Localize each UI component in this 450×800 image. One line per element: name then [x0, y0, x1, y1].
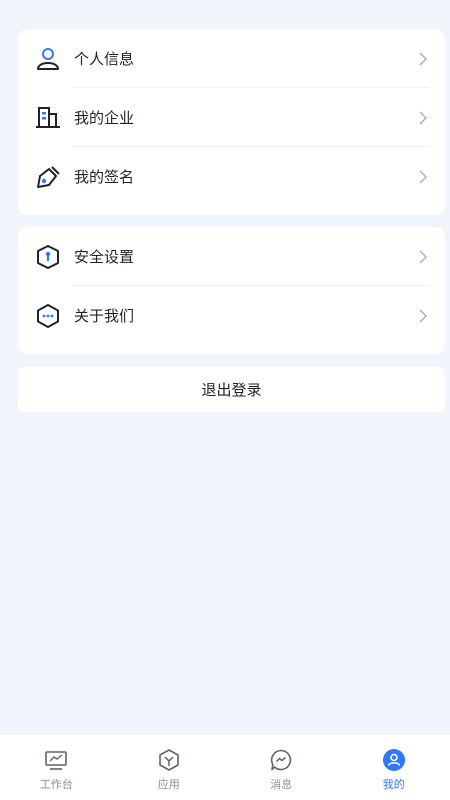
chevron-right-icon	[417, 249, 429, 265]
menu-item-label: 关于我们	[74, 307, 135, 325]
tab-label: 我的	[382, 778, 405, 791]
profile-page: 个人信息 我的企业 我的签名 安全设置 关于我们 退出登录 工作台 应用 消息 …	[0, 0, 450, 800]
menu-item-label: 我的企业	[74, 109, 135, 127]
tab-label: 工作台	[39, 778, 73, 791]
profile-icon	[382, 748, 406, 772]
logout-button[interactable]: 退出登录	[18, 367, 445, 412]
menu-card-settings: 安全设置 关于我们	[18, 227, 445, 354]
tab-label: 应用	[157, 778, 180, 791]
message-icon	[269, 748, 293, 772]
menu-item-about-us[interactable]: 关于我们	[18, 286, 445, 345]
tab-label: 消息	[270, 778, 293, 791]
chevron-right-icon	[417, 308, 429, 324]
user-icon	[35, 46, 61, 72]
chevron-right-icon	[417, 51, 429, 67]
chevron-right-icon	[417, 110, 429, 126]
tab-profile[interactable]: 我的	[338, 734, 450, 800]
signature-pen-icon	[35, 164, 61, 190]
tab-workbench[interactable]: 工作台	[0, 734, 113, 800]
menu-item-personal-info[interactable]: 个人信息	[18, 29, 445, 88]
bottom-tab-bar: 工作台 应用 消息 我的	[0, 733, 450, 800]
tab-messages[interactable]: 消息	[225, 734, 338, 800]
building-icon	[35, 105, 61, 131]
menu-card-account: 个人信息 我的企业 我的签名	[18, 29, 445, 215]
info-hexagon-icon	[35, 303, 61, 329]
menu-item-label: 我的签名	[74, 168, 135, 186]
tab-apps[interactable]: 应用	[113, 734, 226, 800]
workbench-icon	[44, 748, 68, 772]
menu-item-my-company[interactable]: 我的企业	[18, 88, 445, 147]
menu-item-label: 个人信息	[74, 50, 135, 68]
apps-icon	[157, 748, 181, 772]
shield-key-icon	[35, 244, 61, 270]
chevron-right-icon	[417, 169, 429, 185]
menu-item-security-settings[interactable]: 安全设置	[18, 227, 445, 286]
menu-item-label: 安全设置	[74, 248, 135, 266]
menu-item-my-signature[interactable]: 我的签名	[18, 147, 445, 206]
